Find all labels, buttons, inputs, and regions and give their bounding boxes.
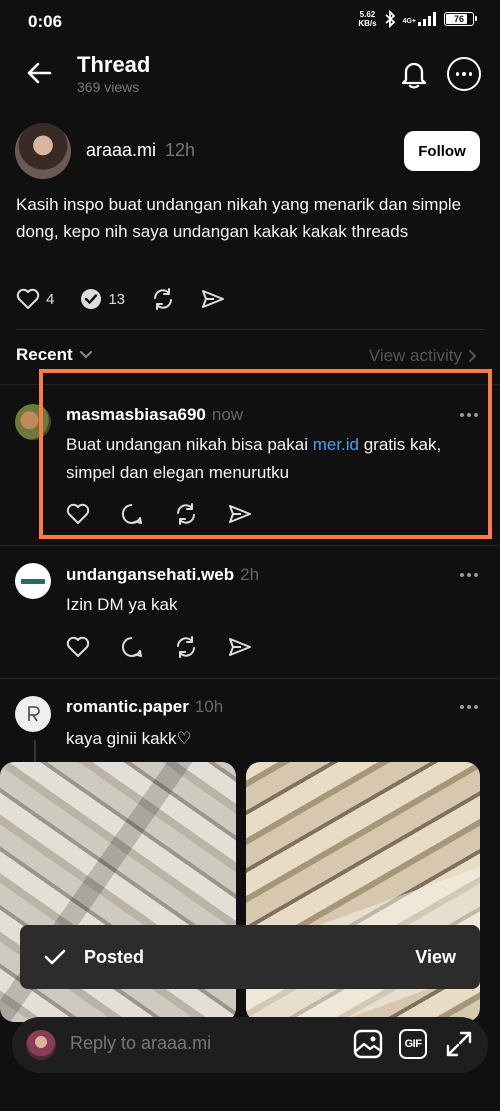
- more-icon: [460, 573, 464, 577]
- reply-username[interactable]: undangansehati.web: [66, 565, 234, 585]
- reply-more-button[interactable]: [460, 573, 478, 577]
- like-count: 4: [46, 290, 55, 308]
- brand-logo: [21, 578, 45, 584]
- comment-icon[interactable]: [120, 635, 144, 659]
- op-actions: 4 13: [16, 287, 225, 311]
- reply-more-button[interactable]: [460, 705, 478, 709]
- battery-level: 76: [453, 14, 464, 24]
- posted-toast: Posted View: [20, 925, 480, 989]
- reply-header: romantic.paper 10h: [66, 697, 223, 717]
- back-arrow-icon: [27, 62, 52, 84]
- page-title: Thread: [77, 52, 151, 77]
- divider: [0, 545, 500, 546]
- repost-icon[interactable]: [174, 635, 198, 659]
- back-button[interactable]: [22, 56, 56, 90]
- heart-icon: [16, 288, 40, 309]
- more-options-button[interactable]: [447, 57, 481, 91]
- reply-avatar[interactable]: [15, 696, 51, 732]
- repost-icon: [154, 288, 173, 310]
- divider: [0, 678, 500, 679]
- signal-icon: [418, 12, 436, 26]
- op-avatar[interactable]: [15, 123, 71, 179]
- signal-indicator: 4G+: [403, 12, 438, 26]
- reply-timestamp: 2h: [240, 565, 260, 584]
- reply-text: kaya ginii kakk♡: [66, 729, 192, 748]
- op-timestamp: 12h: [165, 140, 196, 160]
- image-icon: [353, 1029, 383, 1059]
- share-button[interactable]: [201, 288, 225, 310]
- heart-icon[interactable]: [66, 636, 90, 658]
- expand-button[interactable]: [445, 1030, 473, 1058]
- like-button[interactable]: 4: [16, 288, 54, 310]
- chevron-down-icon: [79, 351, 92, 359]
- op-username[interactable]: araaa.mi: [86, 140, 156, 161]
- toast-label: Posted: [84, 946, 145, 967]
- highlight-box: [39, 369, 492, 539]
- expand-icon: [446, 1031, 472, 1057]
- reply-text: Izin DM ya kak: [66, 595, 178, 614]
- repost-button[interactable]: [151, 287, 175, 311]
- reply-timestamp: 10h: [194, 697, 224, 716]
- reply-input[interactable]: [70, 1033, 330, 1054]
- follow-button[interactable]: Follow: [404, 131, 480, 171]
- image-button[interactable]: [353, 1029, 383, 1059]
- toast-view-button[interactable]: View: [415, 947, 456, 968]
- status-icons: 5.62 KB/s 4G+ 76: [358, 10, 477, 28]
- check-icon: [44, 949, 66, 965]
- view-activity-link[interactable]: View activity: [369, 346, 478, 366]
- op-text: Kasih inspo buat undangan nikah yang men…: [16, 195, 462, 241]
- composer-avatar: [26, 1030, 56, 1060]
- thread-line: [34, 740, 36, 764]
- replies-button[interactable]: 13: [80, 288, 125, 310]
- sort-dropdown[interactable]: Recent: [16, 345, 93, 365]
- divider: [16, 329, 484, 330]
- bluetooth-icon: [384, 10, 395, 28]
- network-speed: 5.62 KB/s: [358, 10, 377, 28]
- share-icon[interactable]: [228, 636, 252, 658]
- status-time: 0:06: [28, 12, 63, 31]
- notifications-button[interactable]: [396, 56, 432, 92]
- battery-indicator: 76: [444, 12, 477, 26]
- view-count: 369 views: [77, 79, 140, 95]
- verified-reply-icon: [81, 289, 102, 309]
- share-icon: [202, 290, 225, 308]
- chevron-right-icon: [469, 350, 477, 362]
- brand-logo: [28, 706, 40, 722]
- reply-avatar[interactable]: [15, 563, 51, 599]
- more-icon: [455, 72, 460, 76]
- reply-actions: [66, 635, 252, 659]
- more-icon: [460, 705, 464, 709]
- reply-username[interactable]: romantic.paper: [66, 697, 189, 717]
- reply-count: 13: [108, 290, 126, 308]
- gif-icon[interactable]: GIF: [399, 1029, 427, 1059]
- reply-header: undangansehati.web 2h: [66, 565, 259, 585]
- bell-icon: [401, 62, 427, 89]
